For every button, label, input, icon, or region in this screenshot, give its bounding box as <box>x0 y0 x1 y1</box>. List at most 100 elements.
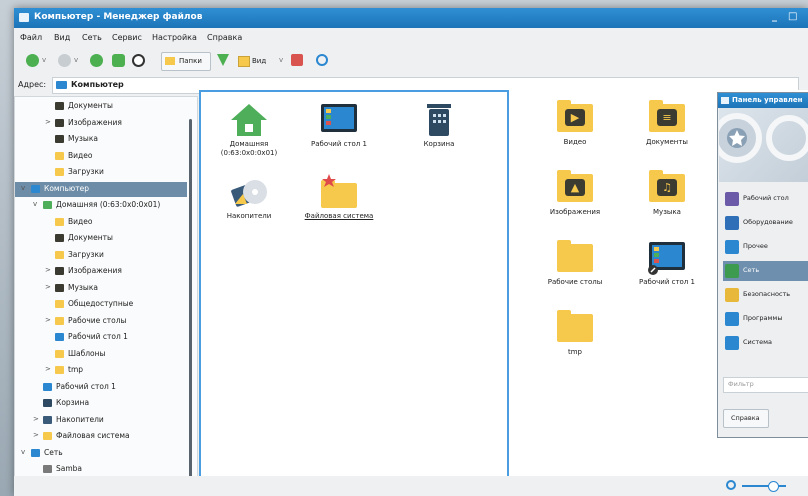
drives-icon <box>229 174 269 210</box>
file-item-label: Рабочие столы <box>547 278 603 286</box>
menu-file[interactable]: Файл <box>20 33 42 42</box>
tree-scrollbar[interactable] <box>189 119 192 481</box>
tree-item[interactable]: Шаблоны <box>15 347 187 362</box>
tree-item[interactable]: Общедоступные <box>15 297 187 312</box>
grid-icon <box>238 56 250 67</box>
folder-icon <box>55 300 64 308</box>
control-panel-item[interactable]: Сеть <box>723 261 808 281</box>
tree-item-label: Компьютер <box>44 183 89 193</box>
chevron-down-icon[interactable]: v <box>33 200 41 208</box>
tree-item[interactable]: > tmp <box>15 363 187 378</box>
file-item[interactable]: ♫ Музыка <box>629 170 705 217</box>
tree-item-label: Корзина <box>56 398 90 407</box>
file-item[interactable]: Накопители <box>211 174 287 221</box>
help-button[interactable]: Справка <box>723 409 769 428</box>
search-icon[interactable] <box>316 54 328 66</box>
control-panel-item[interactable]: Безопасность <box>723 285 808 305</box>
view-dropdown-icon[interactable]: v <box>279 56 283 64</box>
tree-item[interactable]: > Музыка <box>15 281 187 296</box>
tree-item[interactable]: Видео <box>15 149 187 164</box>
chevron-down-icon[interactable]: v <box>21 448 29 456</box>
tree-item-label: Сеть <box>44 447 63 457</box>
file-item[interactable]: ≡ Документы <box>629 100 705 147</box>
file-item[interactable]: Корзина <box>401 102 477 149</box>
file-item-label: Рабочий стол 1 <box>311 140 367 148</box>
file-item[interactable]: Файловая система <box>301 174 377 221</box>
tree-item-label: Рабочие столы <box>68 315 127 325</box>
file-item[interactable]: Рабочий стол 1 <box>301 102 377 149</box>
tree-item-label: Домашняя (0:63:0x0:0x01) <box>56 200 161 209</box>
control-panel-item[interactable]: Прочее <box>723 237 808 257</box>
file-item-label: Корзина <box>423 140 455 148</box>
control-panel-item[interactable]: Программы <box>723 309 808 329</box>
minimize-button[interactable]: _ <box>772 11 777 22</box>
tree-item[interactable]: Samba <box>15 462 187 477</box>
tree-item[interactable]: > Изображения <box>15 264 187 279</box>
tree-item[interactable]: Документы <box>15 231 187 246</box>
reload-icon[interactable] <box>132 54 145 67</box>
chevron-right-icon[interactable]: > <box>45 118 53 126</box>
view-button[interactable]: Вид <box>236 52 276 69</box>
maximize-button[interactable]: □ <box>788 11 797 22</box>
tree-item[interactable]: Музыка <box>15 132 187 147</box>
tree-item[interactable]: > Рабочие столы <box>15 314 187 329</box>
zoom-slider-handle[interactable] <box>768 481 779 492</box>
folder-icon <box>55 118 64 127</box>
file-item[interactable]: tmp <box>537 310 613 357</box>
menu-settings[interactable]: Настройка <box>152 33 197 42</box>
forward-icon[interactable] <box>58 54 71 67</box>
control-panel-item[interactable]: Система <box>723 333 808 353</box>
file-item[interactable]: ▶ Видео <box>537 100 613 147</box>
tree-item[interactable]: Видео <box>15 215 187 230</box>
zoom-slider[interactable] <box>742 485 786 487</box>
filter-icon[interactable] <box>217 54 229 66</box>
tree-item[interactable]: v Домашняя (0:63:0x0:0x01) <box>15 198 187 213</box>
tree-item-label: Общедоступные <box>68 299 134 308</box>
folder-icon <box>43 432 52 440</box>
up-icon[interactable] <box>90 54 103 67</box>
file-item[interactable]: Домашняя (0:63:0x0:0x01) <box>211 102 287 158</box>
chevron-right-icon[interactable]: > <box>33 415 41 423</box>
category-icon <box>725 312 739 326</box>
back-icon[interactable] <box>26 54 39 67</box>
chevron-right-icon[interactable]: > <box>45 316 53 324</box>
file-item-label: Домашняя (0:63:0x0:0x01) <box>220 140 278 157</box>
folder-icon <box>31 448 40 457</box>
menu-service[interactable]: Сервис <box>112 33 142 42</box>
tree-item[interactable]: > Изображения <box>15 116 187 131</box>
forward-dropdown-icon[interactable]: v <box>74 56 78 64</box>
tree-item[interactable]: Загрузки <box>15 165 187 180</box>
back-dropdown-icon[interactable]: v <box>42 56 46 64</box>
filter-input[interactable]: Фильтр <box>723 377 808 393</box>
menu-help[interactable]: Справка <box>207 33 242 42</box>
tree-item[interactable]: v Сеть <box>15 446 187 461</box>
home-icon[interactable] <box>112 54 125 67</box>
tree-item[interactable]: Корзина <box>15 396 187 411</box>
chevron-right-icon[interactable]: > <box>33 431 41 439</box>
tree-item[interactable]: Загрузки <box>15 248 187 263</box>
file-item-label: Документы <box>646 138 688 146</box>
folder-icon <box>55 234 64 242</box>
folder-icon <box>55 250 64 259</box>
tree-item[interactable]: v Компьютер <box>15 181 187 197</box>
menu-view[interactable]: Вид <box>54 33 70 42</box>
folder-icon <box>55 267 64 275</box>
tree-item[interactable]: Рабочий стол 1 <box>15 330 187 345</box>
tree-item[interactable]: Рабочий стол 1 <box>15 380 187 395</box>
control-panel-item[interactable]: Рабочий стол <box>723 189 808 209</box>
chevron-right-icon[interactable]: > <box>45 283 53 291</box>
chevron-right-icon[interactable]: > <box>45 266 53 274</box>
split-view-icon[interactable] <box>291 54 303 66</box>
tree-item-label: Загрузки <box>68 249 104 259</box>
tree-item[interactable]: > Накопители <box>15 413 187 428</box>
folders-toggle-button[interactable]: Папки <box>161 52 211 71</box>
control-panel-item[interactable]: Оборудование <box>723 213 808 233</box>
chevron-right-icon[interactable]: > <box>45 365 53 373</box>
file-item[interactable]: Рабочий стол 1 <box>629 240 705 287</box>
file-item[interactable]: Рабочие столы <box>537 240 613 287</box>
chevron-down-icon[interactable]: v <box>21 184 29 192</box>
tree-item[interactable]: Документы <box>15 99 187 114</box>
tree-item[interactable]: > Файловая система <box>15 429 187 444</box>
menu-network[interactable]: Сеть <box>82 33 102 42</box>
file-item[interactable]: ▲ Изображения <box>537 170 613 217</box>
